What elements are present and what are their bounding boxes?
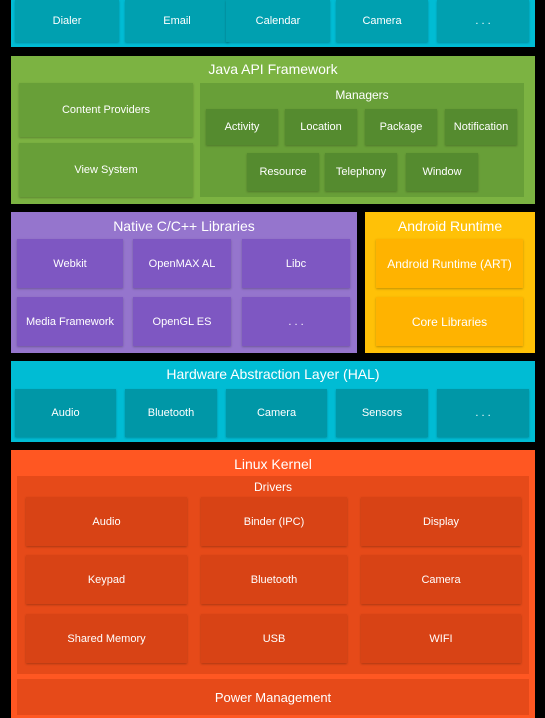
driver-wifi: WIFI xyxy=(361,614,521,663)
lib-opengl-es: OpenGL ES xyxy=(133,297,231,346)
content-providers-box: Content Providers xyxy=(19,83,193,137)
driver-usb: USB xyxy=(201,614,347,663)
manager-notification: Notification xyxy=(445,109,517,145)
hal-sensors: Sensors xyxy=(336,389,428,437)
java-api-framework-layer: Java API Framework Content Providers Vie… xyxy=(11,56,535,204)
java-api-title: Java API Framework xyxy=(208,61,338,77)
managers-title: Managers xyxy=(335,88,389,102)
art-box: Android Runtime (ART) xyxy=(376,239,523,288)
lib-webkit: Webkit xyxy=(17,239,123,288)
manager-window: Window xyxy=(406,153,478,191)
android-runtime-layer: Android Runtime Android Runtime (ART) Co… xyxy=(365,212,535,353)
driver-keypad: Keypad xyxy=(26,555,187,604)
core-libraries-box: Core Libraries xyxy=(376,297,523,346)
app-email: Email xyxy=(125,0,229,42)
driver-bluetooth: Bluetooth xyxy=(201,555,347,604)
hal-bluetooth: Bluetooth xyxy=(125,389,217,437)
linux-kernel-title: Linux Kernel xyxy=(234,456,312,472)
hal-layer: Hardware Abstraction Layer (HAL) Audio B… xyxy=(11,361,535,442)
native-libraries-layer: Native C/C++ Libraries Webkit OpenMAX AL… xyxy=(11,212,357,353)
power-management-box: Power Management xyxy=(17,679,529,715)
hal-more: . . . xyxy=(437,389,529,437)
native-libraries-title: Native C/C++ Libraries xyxy=(113,218,255,234)
drivers-box: Drivers Audio Binder (IPC) Display Keypa… xyxy=(17,476,529,674)
hal-camera: Camera xyxy=(226,389,327,437)
driver-display: Display xyxy=(361,497,521,546)
driver-camera: Camera xyxy=(361,555,521,604)
manager-resource: Resource xyxy=(247,153,319,191)
manager-package: Package xyxy=(365,109,437,145)
lib-openmax-al: OpenMAX AL xyxy=(133,239,231,288)
managers-box: Managers Activity Location Package Notif… xyxy=(200,83,524,197)
app-camera: Camera xyxy=(336,0,428,42)
view-system-box: View System xyxy=(19,143,193,197)
linux-kernel-layer: Linux Kernel Drivers Audio Binder (IPC) … xyxy=(11,450,535,718)
drivers-title: Drivers xyxy=(254,480,292,494)
android-runtime-title: Android Runtime xyxy=(397,218,503,234)
app-calendar: Calendar xyxy=(226,0,330,42)
app-dialer: Dialer xyxy=(15,0,119,42)
lib-more: . . . xyxy=(242,297,350,346)
driver-shared-memory: Shared Memory xyxy=(26,614,187,663)
driver-binder-ipc: Binder (IPC) xyxy=(201,497,347,546)
manager-activity: Activity xyxy=(206,109,278,145)
applications-layer: Dialer Email Calendar Camera . . . xyxy=(11,0,535,47)
driver-audio: Audio xyxy=(26,497,187,546)
hal-audio: Audio xyxy=(15,389,116,437)
hal-title: Hardware Abstraction Layer (HAL) xyxy=(166,366,380,382)
manager-telephony: Telephony xyxy=(325,153,397,191)
lib-media-framework: Media Framework xyxy=(17,297,123,346)
app-more: . . . xyxy=(437,0,529,42)
lib-libc: Libc xyxy=(242,239,350,288)
manager-location: Location xyxy=(285,109,357,145)
